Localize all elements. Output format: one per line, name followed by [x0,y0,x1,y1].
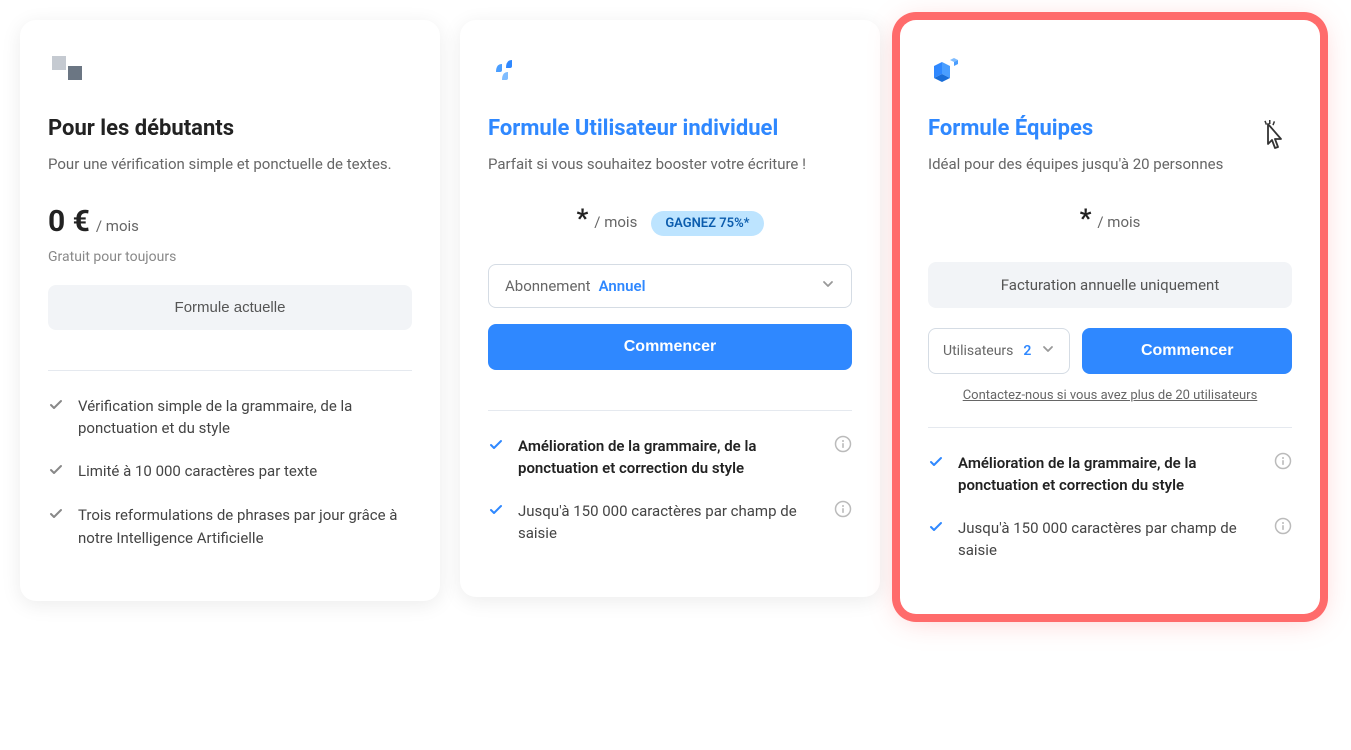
info-icon[interactable] [1274,517,1292,542]
feature-text: Jusqu'à 150 000 caractères par champ de … [518,500,820,545]
chevron-down-icon [1041,342,1055,360]
beginner-icon [48,52,412,92]
price-row: 0 € / mois [48,204,412,239]
start-button[interactable]: Commencer [1082,328,1292,374]
users-select[interactable]: Utilisateurs 2 [928,328,1070,374]
plan-card-individual: Formule Utilisateur individuel Parfait s… [460,20,880,597]
feature-text: Amélioration de la grammaire, de la ponc… [958,452,1260,497]
feature-item: Limité à 10 000 caractères par texte [48,460,412,485]
cursor-pointer-icon [1258,120,1288,158]
feature-item: Jusqu'à 150 000 caractères par champ de … [928,517,1292,562]
plan-subtitle: Parfait si vous souhaitez booster votre … [488,153,852,176]
plan-subtitle: Pour une vérification simple et ponctuel… [48,153,412,176]
pricing-cards-container: Pour les débutants Pour une vérification… [20,20,1331,614]
feature-item: Jusqu'à 150 000 caractères par champ de … [488,500,852,545]
check-icon [928,454,944,477]
plan-title: Formule Utilisateur individuel [488,116,852,141]
info-icon[interactable] [1274,452,1292,477]
divider [488,410,852,411]
current-plan-button: Formule actuelle [48,285,412,330]
feature-item: Trois reformulations de phrases par jour… [48,504,412,549]
price-amount: * [1080,204,1092,234]
users-label: Utilisateurs [943,343,1013,359]
billing-note: Facturation annuelle uniquement [928,262,1292,308]
check-icon [488,502,504,525]
subscription-value: Annuel [599,277,821,295]
feature-item: Vérification simple de la grammaire, de … [48,395,412,440]
feature-text: Limité à 10 000 caractères par texte [78,460,412,483]
individual-icon [488,52,852,92]
price-period: / mois [594,213,637,231]
divider [48,370,412,371]
features-list: Vérification simple de la grammaire, de … [48,395,412,550]
feature-item: Amélioration de la grammaire, de la ponc… [928,452,1292,497]
chevron-down-icon [821,277,835,295]
price-amount: 0 € [48,204,90,239]
divider [928,427,1292,428]
check-icon [488,437,504,460]
subscription-label: Abonnement [505,277,591,295]
subscription-select[interactable]: Abonnement Annuel [488,264,852,308]
users-value: 2 [1023,343,1031,359]
features-list: Amélioration de la grammaire, de la ponc… [488,435,852,545]
discount-badge: GAGNEZ 75%* [651,211,763,236]
plan-card-teams: Formule Équipes Idéal pour des équipes j… [900,20,1320,614]
teams-icon [928,52,1292,92]
contact-link[interactable]: Contactez-nous si vous avez plus de 20 u… [928,388,1292,403]
feature-item: Amélioration de la grammaire, de la ponc… [488,435,852,480]
check-icon [48,462,64,485]
feature-text: Vérification simple de la grammaire, de … [78,395,412,440]
check-icon [48,506,64,529]
start-button[interactable]: Commencer [488,324,852,370]
feature-text: Amélioration de la grammaire, de la ponc… [518,435,820,480]
info-icon[interactable] [834,435,852,460]
price-row: * / mois GAGNEZ 75%* [488,204,852,236]
info-icon[interactable] [834,500,852,525]
plan-title: Formule Équipes [928,116,1292,141]
features-list: Amélioration de la grammaire, de la ponc… [928,452,1292,562]
price-amount: * [576,204,588,234]
check-icon [48,397,64,420]
plan-subtitle: Idéal pour des équipes jusqu'à 20 person… [928,153,1292,176]
feature-text: Jusqu'à 150 000 caractères par champ de … [958,517,1260,562]
price-row: * / mois [928,204,1292,234]
plan-card-beginner: Pour les débutants Pour une vérification… [20,20,440,601]
price-period: / mois [1097,213,1140,231]
price-sub-note: Gratuit pour toujours [48,249,412,265]
check-icon [928,519,944,542]
feature-text: Trois reformulations de phrases par jour… [78,504,412,549]
price-period: / mois [96,217,139,235]
teams-controls-row: Utilisateurs 2 Commencer [928,328,1292,374]
plan-title: Pour les débutants [48,116,412,141]
